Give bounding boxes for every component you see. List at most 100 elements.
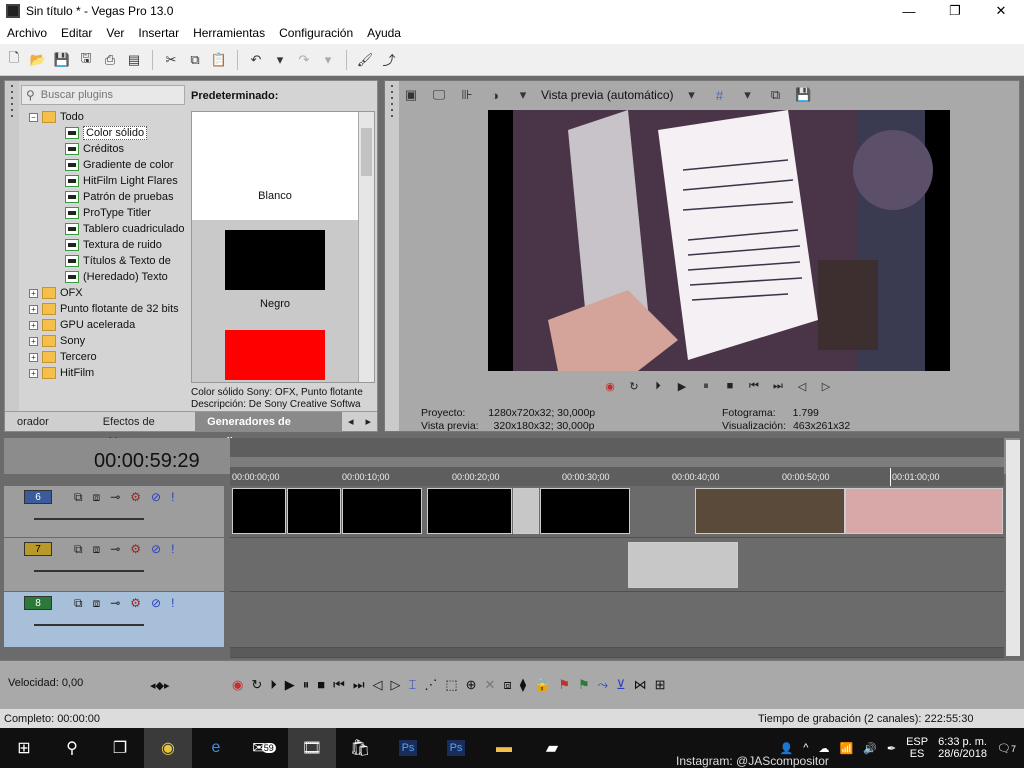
- grid-icon[interactable]: #: [710, 85, 730, 105]
- tree-plugin[interactable]: Color sólido: [21, 125, 187, 141]
- people-icon[interactable]: 👤: [780, 742, 794, 755]
- task-view-icon[interactable]: ❐: [96, 728, 144, 768]
- video-clip[interactable]: [845, 488, 1003, 534]
- tab-explorador[interactable]: orador: [5, 412, 61, 432]
- copy-icon[interactable]: ⧉: [185, 50, 205, 70]
- tree-folder[interactable]: − Todo: [21, 109, 187, 125]
- loop-icon[interactable]: ↻: [251, 677, 262, 693]
- collapse-icon[interactable]: −: [29, 112, 38, 122]
- next-frame-icon[interactable]: ▷: [817, 378, 835, 394]
- file-explorer-icon[interactable]: ▬: [480, 728, 528, 768]
- compositing-icon[interactable]: ⊸: [110, 596, 120, 611]
- track-lane-8[interactable]: [230, 592, 1004, 648]
- sticky-notes-icon[interactable]: ▰: [528, 728, 576, 768]
- preview-properties-icon[interactable]: ▣: [401, 85, 421, 105]
- tree-plugin[interactable]: Créditos: [21, 141, 187, 157]
- record-icon[interactable]: ◉: [232, 677, 243, 693]
- brush-icon[interactable]: 🖌: [355, 50, 375, 70]
- track-fx-icon[interactable]: ⧈: [93, 542, 101, 557]
- tab-scroll-right-icon[interactable]: ▸: [359, 412, 377, 432]
- tree-folder[interactable]: + GPU acelerada: [21, 317, 187, 333]
- preset-red[interactable]: [192, 328, 358, 382]
- tree-plugin[interactable]: HitFilm Light Flares: [21, 173, 187, 189]
- track-fx-icon[interactable]: ⧈: [93, 490, 101, 505]
- previous-frame-icon[interactable]: ◁: [793, 378, 811, 394]
- search-plugins-input[interactable]: [40, 89, 171, 101]
- pause-icon[interactable]: ⏸: [697, 378, 715, 394]
- windows-start-icon[interactable]: ⊞: [0, 728, 48, 768]
- close-button[interactable]: ✕: [978, 0, 1024, 22]
- track-header-8[interactable]: 8 ⧉ ⧈ ⊸ ⚙ ⊘ !: [4, 592, 224, 648]
- maximize-button[interactable]: ❐: [932, 0, 978, 22]
- settings-gear-icon[interactable]: ⚙: [130, 542, 141, 557]
- video-viewport[interactable]: [488, 110, 950, 371]
- tab-media-generators[interactable]: Generadores de medios: [195, 411, 342, 448]
- show-hidden-icon[interactable]: ^: [803, 742, 808, 754]
- settings-gear-icon[interactable]: ⚙: [130, 490, 141, 505]
- marker-icon[interactable]: ⚑: [558, 677, 570, 693]
- tree-plugin[interactable]: Patrón de pruebas: [21, 189, 187, 205]
- mute-icon[interactable]: ⊘: [151, 596, 161, 611]
- presets-scrollbar[interactable]: [358, 112, 374, 382]
- video-clip[interactable]: [513, 488, 539, 534]
- store-icon[interactable]: 🛍: [336, 728, 384, 768]
- expand-icon[interactable]: +: [29, 352, 38, 362]
- preset-white[interactable]: Blanco: [192, 112, 358, 220]
- help-pointer-icon[interactable]: ⤴: [379, 50, 399, 70]
- solo-icon[interactable]: !: [171, 490, 174, 505]
- scrollbar-thumb[interactable]: [361, 128, 372, 176]
- edge-icon[interactable]: e: [192, 728, 240, 768]
- track-motion-icon[interactable]: ⧉: [74, 596, 83, 611]
- record-icon[interactable]: ◉: [601, 378, 619, 394]
- photoshop-icon[interactable]: Ps: [384, 728, 432, 768]
- menu-ver[interactable]: Ver: [99, 26, 131, 40]
- undo-icon[interactable]: ↶: [246, 50, 266, 70]
- tree-plugin[interactable]: Tablero cuadriculado: [21, 221, 187, 237]
- menu-ayuda[interactable]: Ayuda: [360, 26, 408, 40]
- tree-folder[interactable]: + Punto flotante de 32 bits: [21, 301, 187, 317]
- copy-snapshot-icon[interactable]: ⧉: [766, 85, 786, 105]
- undo-dropdown-icon[interactable]: ▾: [270, 50, 290, 70]
- stop-icon[interactable]: ■: [721, 378, 739, 394]
- search-icon[interactable]: ⚲: [48, 728, 96, 768]
- crossfade-icon[interactable]: ⋈: [634, 677, 647, 693]
- tree-plugin[interactable]: Títulos & Texto de: [21, 253, 187, 269]
- video-clip[interactable]: [232, 488, 286, 534]
- redo-dropdown-icon[interactable]: ▾: [318, 50, 338, 70]
- menu-herramientas[interactable]: Herramientas: [186, 26, 272, 40]
- volume-icon[interactable]: 🔊: [863, 742, 877, 755]
- play-icon[interactable]: ▶: [673, 378, 691, 394]
- tree-folder[interactable]: + Sony: [21, 333, 187, 349]
- play-from-start-icon[interactable]: ⏵: [649, 378, 667, 394]
- expand-icon[interactable]: +: [29, 368, 38, 378]
- video-clip[interactable]: [695, 488, 845, 534]
- language-indicator[interactable]: ESP ES: [906, 736, 928, 760]
- menu-editar[interactable]: Editar: [54, 26, 99, 40]
- overlays-icon[interactable]: ◑: [485, 85, 505, 105]
- track-lane-6[interactable]: [230, 486, 1004, 538]
- tree-plugin[interactable]: Gradiente de color: [21, 157, 187, 173]
- solo-icon[interactable]: !: [171, 542, 174, 557]
- render-icon[interactable]: ⎙: [100, 50, 120, 70]
- loop-icon[interactable]: ↻: [625, 378, 643, 394]
- chrome-icon[interactable]: ◉: [144, 728, 192, 768]
- mail-icon[interactable]: ✉ 59: [240, 728, 288, 768]
- region-icon[interactable]: ⚑: [578, 677, 590, 693]
- previous-frame-icon[interactable]: ◁: [373, 677, 383, 693]
- expand-icon[interactable]: +: [29, 336, 38, 346]
- pause-icon[interactable]: ⏸: [303, 677, 310, 693]
- go-to-end-icon[interactable]: ⏭: [769, 378, 787, 394]
- settings-gear-icon[interactable]: ⚙: [130, 596, 141, 611]
- grid-dropdown-icon[interactable]: ▾: [738, 85, 758, 105]
- normal-edit-tool-icon[interactable]: ⌶: [409, 677, 417, 693]
- vegas-taskbar-icon[interactable]: 🎞: [288, 728, 336, 768]
- timeline-horizontal-scrollbar[interactable]: [230, 648, 1004, 658]
- preset-black[interactable]: Negro: [192, 220, 358, 328]
- menu-archivo[interactable]: Archivo: [0, 26, 54, 40]
- next-frame-icon[interactable]: ▷: [391, 677, 401, 693]
- expand-icon[interactable]: +: [29, 288, 38, 298]
- photoshop-2-icon[interactable]: Ps: [432, 728, 480, 768]
- video-clip[interactable]: [540, 488, 630, 534]
- track-motion-icon[interactable]: ⧉: [74, 542, 83, 557]
- event-grouping-icon[interactable]: ⊞: [655, 677, 666, 693]
